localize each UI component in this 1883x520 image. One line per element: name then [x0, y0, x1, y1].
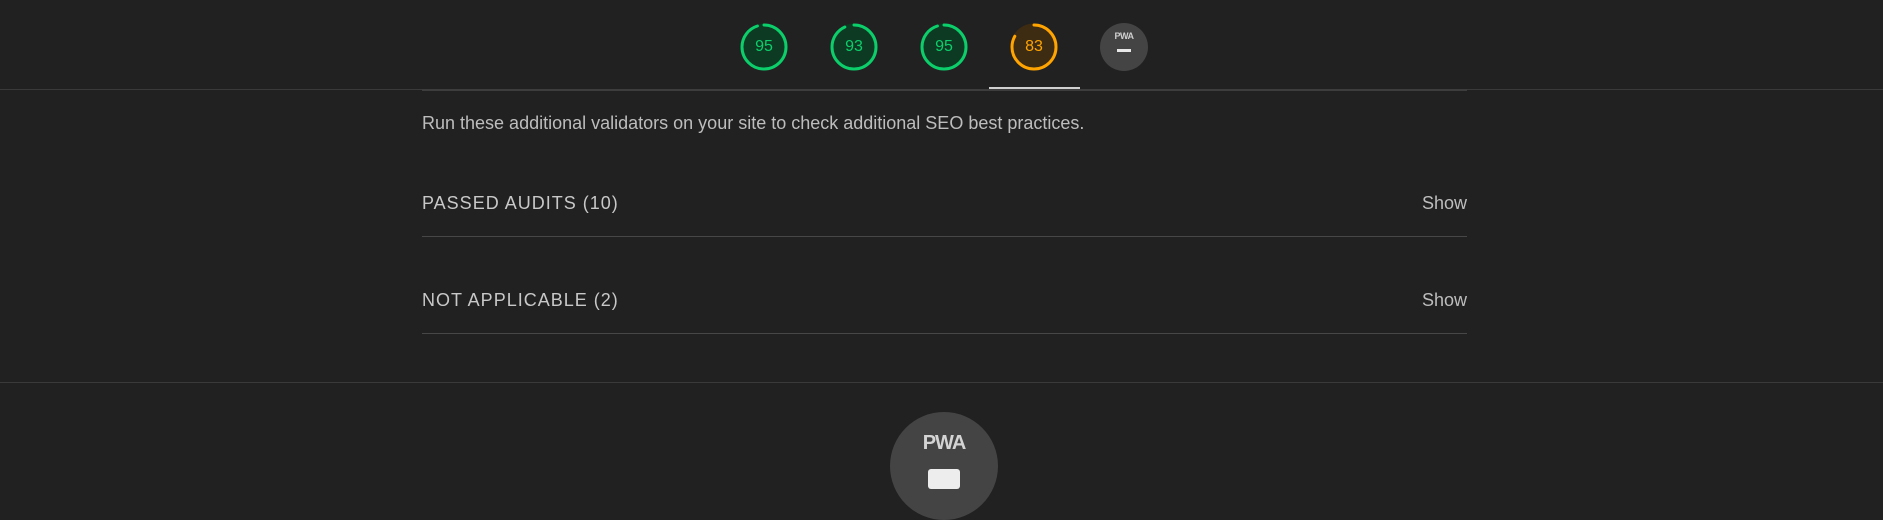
- audit-group-passed[interactable]: PASSED AUDITS (10) Show: [422, 184, 1467, 237]
- pwa-label: PWA: [1114, 31, 1134, 41]
- section-divider: [0, 382, 1883, 383]
- section-description: Run these additional validators on your …: [422, 113, 1085, 133]
- audit-group-title: PASSED AUDITS (10): [422, 193, 619, 213]
- audit-group-title: NOT APPLICABLE (2): [422, 290, 619, 310]
- gauge-score-2[interactable]: 93: [829, 22, 879, 72]
- divider: [422, 89, 1467, 91]
- gauge-score-1[interactable]: 95: [739, 22, 789, 72]
- show-toggle-button[interactable]: Show: [1422, 290, 1467, 311]
- show-toggle-button[interactable]: Show: [1422, 193, 1467, 214]
- gauge-score-3[interactable]: 95: [919, 22, 969, 72]
- gauge-score-value: 95: [935, 38, 953, 55]
- pwa-status-icon: [928, 469, 960, 489]
- pwa-dash-icon: [1117, 49, 1131, 52]
- gauge-score-value: 93: [845, 38, 863, 55]
- score-nav: 95 93 95 83 PWA: [0, 0, 1883, 90]
- gauge-score-4[interactable]: 83: [1009, 22, 1059, 72]
- gauge-score-value: 95: [755, 38, 773, 55]
- gauge-pwa[interactable]: PWA: [1100, 23, 1148, 71]
- pwa-label: PWA: [922, 432, 967, 454]
- gauge-score-value: 83: [1025, 38, 1043, 55]
- pwa-category-badge: PWA: [890, 412, 998, 520]
- audit-group-not-applicable[interactable]: NOT APPLICABLE (2) Show: [422, 281, 1467, 334]
